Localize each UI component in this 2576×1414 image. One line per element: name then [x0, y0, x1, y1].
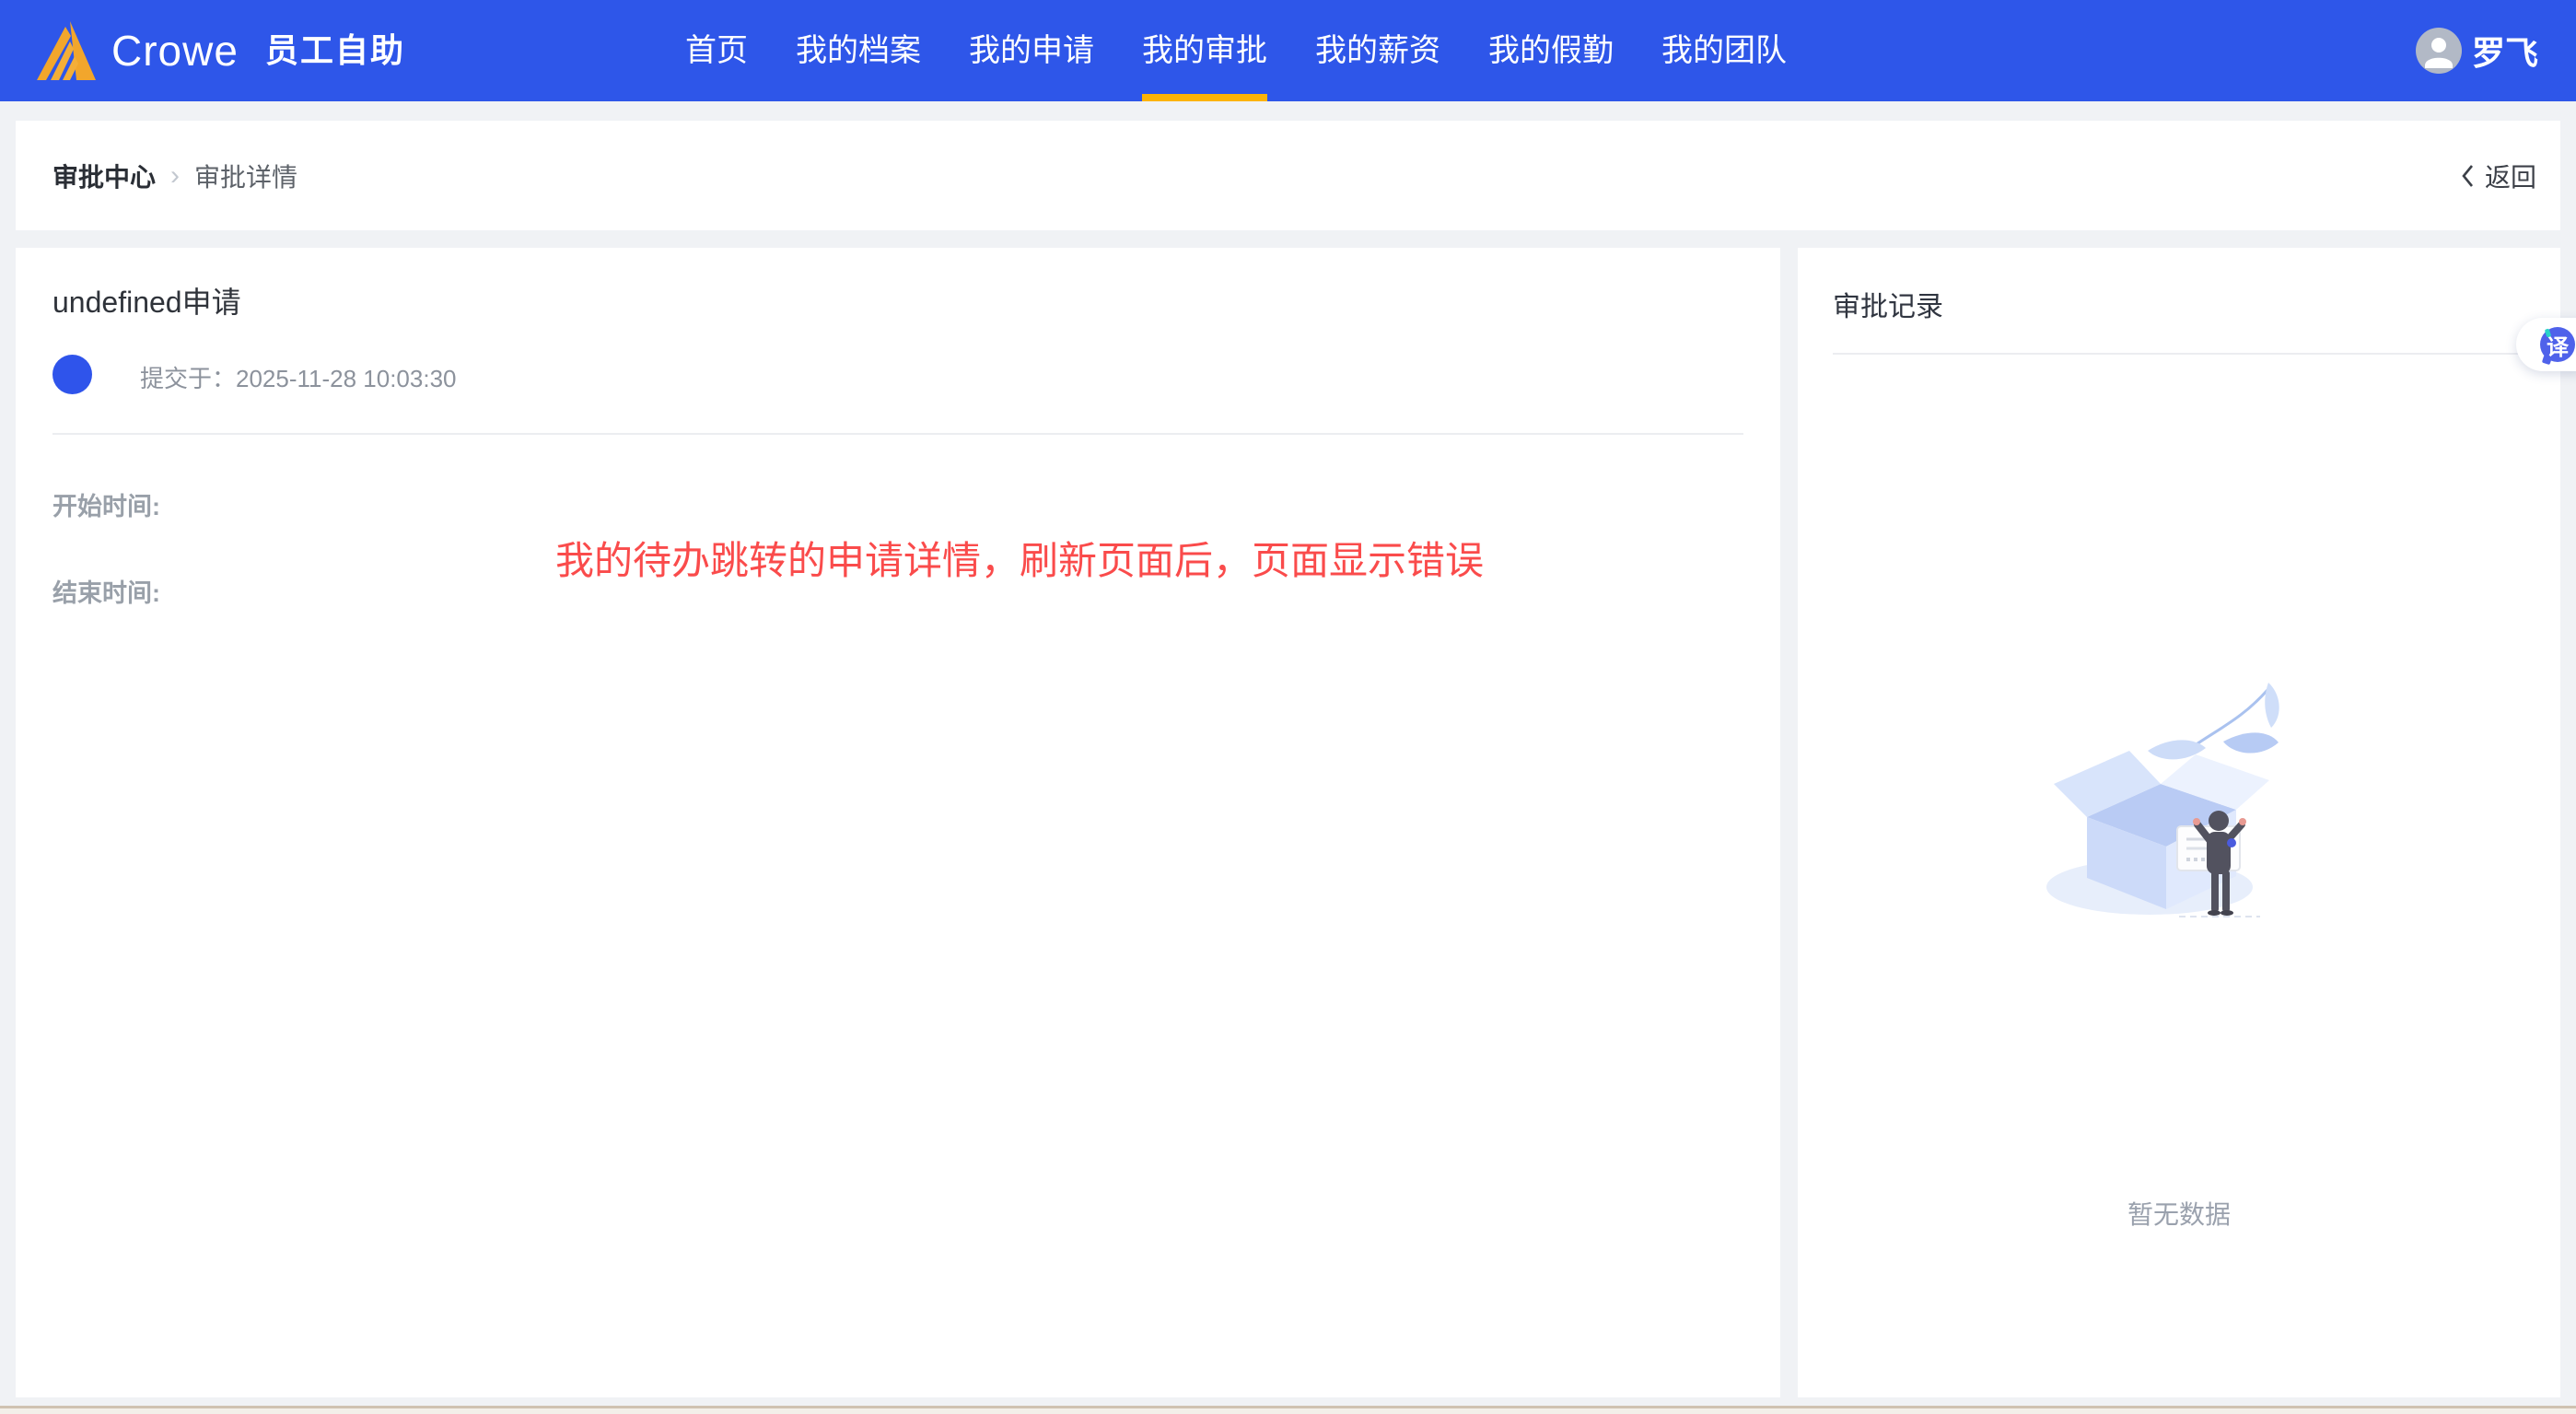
applicant-avatar: [52, 355, 92, 394]
nav-tab-my-approvals[interactable]: 我的审批: [1142, 0, 1267, 101]
brand-wordmark: Crowe: [111, 0, 239, 101]
empty-state-illustration: [2041, 672, 2317, 934]
main-nav: 首页 我的档案 我的申请 我的审批 我的薪资 我的假勤 我的团队: [685, 0, 1787, 101]
submitted-time: 提交于：2025-11-28 10:03:30: [140, 360, 457, 394]
user-name: 罗飞: [2472, 27, 2538, 75]
nav-tab-home[interactable]: 首页: [685, 0, 748, 101]
nav-tab-my-salary[interactable]: 我的薪资: [1315, 0, 1440, 101]
app-title: 员工自助: [265, 0, 405, 101]
field-label-end-time: 结束时间:: [52, 573, 160, 609]
breadcrumb-current: 审批详情: [194, 158, 297, 194]
nav-tab-my-applications[interactable]: 我的申请: [969, 0, 1094, 101]
breadcrumb-separator-icon: ›: [170, 160, 180, 192]
horizontal-scrollbar[interactable]: [0, 1406, 2576, 1414]
nav-tab-my-team[interactable]: 我的团队: [1661, 0, 1787, 101]
person-icon: [2416, 28, 2462, 74]
breadcrumb-root[interactable]: 审批中心: [52, 158, 156, 194]
user-avatar[interactable]: [2416, 28, 2462, 74]
translate-widget[interactable]: 译: [2516, 318, 2576, 371]
user-menu[interactable]: 罗飞: [2416, 0, 2538, 101]
panel-divider: [1833, 353, 2525, 355]
back-button-label: 返回: [2485, 158, 2536, 194]
nav-tab-my-profile[interactable]: 我的档案: [796, 0, 921, 101]
empty-state-text: 暂无数据: [1798, 1195, 2560, 1232]
error-annotation: 我的待办跳转的申请详情，刷新页面后，页面显示错误: [555, 530, 1484, 586]
approval-records-panel: 审批记录: [1798, 248, 2560, 1397]
app-header: Crowe 员工自助 首页 我的档案 我的申请 我的审批 我的薪资 我的假勤 我…: [0, 0, 2576, 101]
chevron-left-icon: [2461, 164, 2474, 188]
app-screen: Crowe 员工自助 首页 我的档案 我的申请 我的审批 我的薪资 我的假勤 我…: [0, 0, 2576, 1414]
field-label-start-time: 开始时间:: [52, 486, 160, 522]
application-detail-card: undefined申请 提交于：2025-11-28 10:03:30 开始时间…: [16, 248, 1780, 1397]
approval-records-title: 审批记录: [1833, 284, 1943, 324]
back-button[interactable]: 返回: [2461, 158, 2536, 194]
nav-tab-my-attendance[interactable]: 我的假勤: [1488, 0, 1614, 101]
breadcrumb-bar: 审批中心 › 审批详情 返回: [16, 121, 2560, 230]
crowe-logo-icon: [35, 19, 96, 87]
section-divider: [52, 433, 1743, 435]
application-title: undefined申请: [52, 279, 241, 321]
